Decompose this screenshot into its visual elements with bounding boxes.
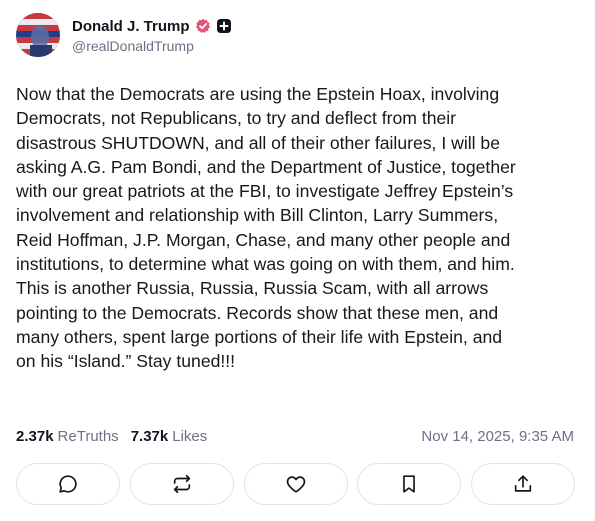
- retruths-count: 2.37k: [16, 428, 54, 445]
- post-text-line: This is another Russia, Russia, Russia S…: [16, 278, 489, 299]
- like-button[interactable]: [243, 463, 348, 505]
- plus-square-icon: [216, 18, 232, 34]
- verified-check-icon: [195, 18, 211, 34]
- post-header: Donald J. Trump @realDonaldTrump: [16, 13, 232, 57]
- post-text-line: asking A.G. Pam Bondi, and the Departmen…: [16, 156, 516, 177]
- user-names: Donald J. Trump @realDonaldTrump: [72, 16, 232, 54]
- share-button[interactable]: [471, 463, 575, 505]
- likes-stat[interactable]: 7.37k Likes: [131, 428, 208, 445]
- avatar[interactable]: [16, 13, 60, 57]
- post-text-line: Democrats, not Republicans, to try and d…: [16, 108, 457, 129]
- post-timestamp[interactable]: Nov 14, 2025, 9:35 AM: [421, 428, 574, 445]
- post-text-line: Reid Hoffman, J.P. Morgan, Chase, and ma…: [16, 229, 511, 250]
- retruths-label: ReTruths: [57, 428, 119, 445]
- user-handle[interactable]: @realDonaldTrump: [72, 38, 232, 54]
- post-text-line: on his “Island.” Stay tuned!!!: [16, 351, 236, 372]
- post-text-line: involvement and relationship with Bill C…: [16, 205, 499, 226]
- likes-count: 7.37k: [130, 428, 169, 445]
- post-text-line: many others, spent large portions of the…: [16, 326, 503, 347]
- share-icon: [512, 473, 534, 495]
- retruths-stat[interactable]: 2.37k ReTruths: [16, 428, 119, 445]
- repost-icon: [171, 473, 193, 495]
- bookmark-icon: [398, 473, 420, 495]
- action-bar: [16, 463, 575, 507]
- post-text-line: pointing to the Democrats. Records show …: [16, 302, 499, 323]
- reply-button[interactable]: [16, 463, 120, 505]
- post-text-line: institutions, to determine what was goin…: [16, 254, 515, 275]
- post-text: Now that the Democrats are using the Eps…: [16, 82, 572, 374]
- name-row: Donald J. Trump: [72, 16, 232, 36]
- post-card: Donald J. Trump @realDonaldTrump Now tha…: [0, 0, 595, 521]
- likes-label: Likes: [172, 428, 208, 445]
- display-name[interactable]: Donald J. Trump: [72, 18, 190, 35]
- comment-icon: [57, 473, 79, 495]
- bookmark-button[interactable]: [357, 463, 462, 505]
- post-stats: 2.37k ReTruths 7.37k Likes: [16, 428, 207, 445]
- post-text-line: Now that the Democrats are using the Eps…: [16, 84, 500, 104]
- post-text-line: with our great patriots at the FBI, to i…: [16, 181, 514, 202]
- post-text-line: disastrous SHUTDOWN, and all of their ot…: [16, 132, 500, 153]
- heart-icon: [285, 473, 307, 495]
- retruth-button[interactable]: [129, 463, 234, 505]
